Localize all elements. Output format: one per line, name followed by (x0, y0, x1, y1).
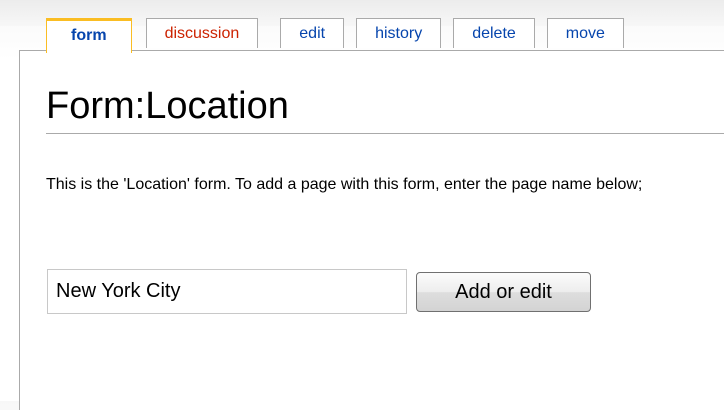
form-intro-text: This is the 'Location' form. To add a pa… (46, 176, 643, 193)
page-name-input[interactable] (47, 269, 407, 314)
page-tabs: form discussion edit history delete move (46, 18, 636, 53)
tab-delete[interactable]: delete (453, 18, 535, 48)
page-title: Form:Location (46, 85, 289, 127)
tab-edit[interactable]: edit (280, 18, 345, 48)
tab-discussion[interactable]: discussion (145, 18, 259, 48)
tab-history[interactable]: history (356, 18, 442, 48)
content-area: Form:Location This is the 'Location' for… (19, 50, 724, 410)
tab-form[interactable]: form (46, 18, 132, 53)
add-or-edit-button[interactable]: Add or edit (416, 272, 591, 312)
title-divider (46, 133, 724, 134)
tab-move[interactable]: move (546, 18, 624, 48)
